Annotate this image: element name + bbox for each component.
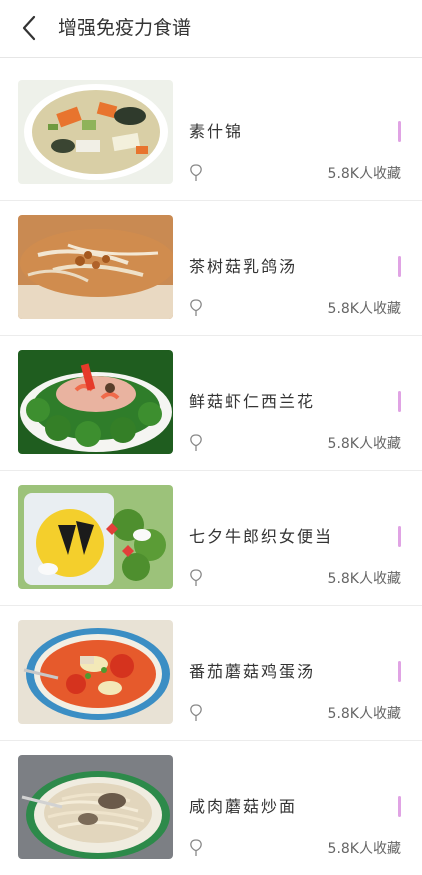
accent-marker — [398, 661, 401, 682]
page-title: 增强免疫力食谱 — [58, 17, 192, 39]
recipe-name: 素什锦 — [189, 122, 244, 141]
favorite-icon[interactable] — [188, 704, 204, 722]
fried-noodles-photo — [18, 755, 173, 859]
recipe-list-item[interactable]: 咸肉蘑菇炒面 5.8K人收藏 — [0, 741, 422, 875]
recipe-list-item[interactable]: 茶树菇乳鸽汤 5.8K人收藏 — [0, 201, 422, 336]
favorite-icon[interactable] — [188, 839, 204, 857]
favorite-icon[interactable] — [188, 164, 204, 182]
recipe-list: 素什锦 5.8K人收藏 茶树菇乳鸽汤 5.8K人收藏 鲜菇虾仁西兰花 5.8K人… — [0, 66, 422, 875]
shrimp-broccoli-photo — [18, 350, 173, 454]
recipe-list-item[interactable]: 七夕牛郎织女便当 5.8K人收藏 — [0, 471, 422, 606]
favorite-icon[interactable] — [188, 569, 204, 587]
recipe-list-item[interactable]: 鲜菇虾仁西兰花 5.8K人收藏 — [0, 336, 422, 471]
accent-marker — [398, 121, 401, 142]
accent-marker — [398, 256, 401, 277]
favorite-count: 5.8K人收藏 — [327, 571, 401, 587]
recipe-name: 七夕牛郎织女便当 — [189, 527, 334, 546]
tomato-egg-soup-photo — [18, 620, 173, 724]
favorite-count: 5.8K人收藏 — [327, 166, 401, 182]
recipe-name: 茶树菇乳鸽汤 — [189, 257, 298, 276]
accent-marker — [398, 796, 401, 817]
recipe-name: 咸肉蘑菇炒面 — [189, 797, 298, 816]
recipe-list-item[interactable]: 番茄蘑菇鸡蛋汤 5.8K人收藏 — [0, 606, 422, 741]
recipe-name: 鲜菇虾仁西兰花 — [189, 392, 316, 411]
top-bar: 增强免疫力食谱 — [0, 0, 422, 58]
favorite-icon[interactable] — [188, 299, 204, 317]
favorite-count: 5.8K人收藏 — [327, 706, 401, 722]
favorite-count: 5.8K人收藏 — [327, 436, 401, 452]
favorite-count: 5.8K人收藏 — [327, 841, 401, 857]
accent-marker — [398, 526, 401, 547]
mixed-vegetables-photo — [18, 80, 173, 184]
accent-marker — [398, 391, 401, 412]
recipe-name: 番茄蘑菇鸡蛋汤 — [189, 662, 316, 681]
mushroom-pigeon-soup-photo — [18, 215, 173, 319]
favorite-icon[interactable] — [188, 434, 204, 452]
recipe-list-item[interactable]: 素什锦 5.8K人收藏 — [0, 66, 422, 201]
favorite-count: 5.8K人收藏 — [327, 301, 401, 317]
bento-photo — [18, 485, 173, 589]
back-chevron-icon[interactable] — [18, 14, 42, 42]
